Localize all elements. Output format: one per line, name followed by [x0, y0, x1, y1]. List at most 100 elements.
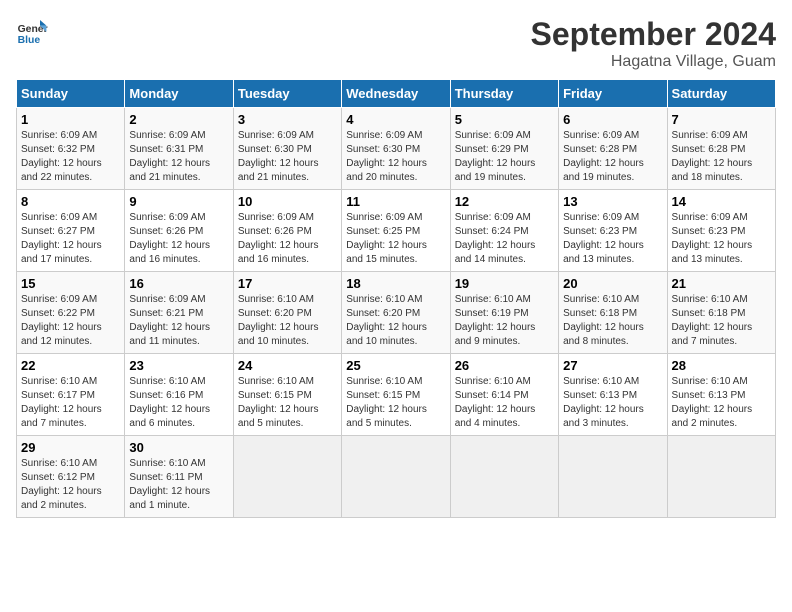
day-number: 4 [346, 112, 445, 127]
day-info: Sunrise: 6:09 AMSunset: 6:29 PMDaylight:… [455, 129, 554, 185]
col-wednesday: Wednesday [342, 80, 450, 108]
day-number: 10 [238, 194, 337, 209]
day-number: 15 [21, 276, 120, 291]
day-number: 14 [672, 194, 771, 209]
calendar-cell: 18 Sunrise: 6:10 AMSunset: 6:20 PMDaylig… [342, 272, 450, 354]
calendar-cell: 5 Sunrise: 6:09 AMSunset: 6:29 PMDayligh… [450, 108, 558, 190]
day-info: Sunrise: 6:09 AMSunset: 6:22 PMDaylight:… [21, 293, 120, 349]
calendar-table: Sunday Monday Tuesday Wednesday Thursday… [16, 79, 776, 518]
logo: General Blue [16, 16, 48, 48]
calendar-cell [233, 436, 341, 518]
day-number: 26 [455, 358, 554, 373]
calendar-cell [667, 436, 775, 518]
calendar-cell: 6 Sunrise: 6:09 AMSunset: 6:28 PMDayligh… [559, 108, 667, 190]
day-info: Sunrise: 6:10 AMSunset: 6:11 PMDaylight:… [129, 457, 228, 513]
col-friday: Friday [559, 80, 667, 108]
day-number: 9 [129, 194, 228, 209]
calendar-cell: 11 Sunrise: 6:09 AMSunset: 6:25 PMDaylig… [342, 190, 450, 272]
day-number: 27 [563, 358, 662, 373]
calendar-cell: 13 Sunrise: 6:09 AMSunset: 6:23 PMDaylig… [559, 190, 667, 272]
calendar-cell: 17 Sunrise: 6:10 AMSunset: 6:20 PMDaylig… [233, 272, 341, 354]
calendar-cell: 9 Sunrise: 6:09 AMSunset: 6:26 PMDayligh… [125, 190, 233, 272]
day-info: Sunrise: 6:09 AMSunset: 6:26 PMDaylight:… [129, 211, 228, 267]
calendar-cell: 3 Sunrise: 6:09 AMSunset: 6:30 PMDayligh… [233, 108, 341, 190]
calendar-row-5: 29 Sunrise: 6:10 AMSunset: 6:12 PMDaylig… [17, 436, 776, 518]
title-area: September 2024 Hagatna Village, Guam [531, 16, 776, 71]
day-info: Sunrise: 6:10 AMSunset: 6:15 PMDaylight:… [346, 375, 445, 431]
day-number: 17 [238, 276, 337, 291]
day-info: Sunrise: 6:09 AMSunset: 6:31 PMDaylight:… [129, 129, 228, 185]
day-info: Sunrise: 6:10 AMSunset: 6:13 PMDaylight:… [563, 375, 662, 431]
day-info: Sunrise: 6:09 AMSunset: 6:25 PMDaylight:… [346, 211, 445, 267]
calendar-cell: 12 Sunrise: 6:09 AMSunset: 6:24 PMDaylig… [450, 190, 558, 272]
day-number: 3 [238, 112, 337, 127]
day-number: 23 [129, 358, 228, 373]
calendar-row-3: 15 Sunrise: 6:09 AMSunset: 6:22 PMDaylig… [17, 272, 776, 354]
day-info: Sunrise: 6:09 AMSunset: 6:21 PMDaylight:… [129, 293, 228, 349]
day-number: 1 [21, 112, 120, 127]
day-info: Sunrise: 6:10 AMSunset: 6:16 PMDaylight:… [129, 375, 228, 431]
day-number: 30 [129, 440, 228, 455]
calendar-cell: 7 Sunrise: 6:09 AMSunset: 6:28 PMDayligh… [667, 108, 775, 190]
calendar-row-2: 8 Sunrise: 6:09 AMSunset: 6:27 PMDayligh… [17, 190, 776, 272]
day-number: 25 [346, 358, 445, 373]
day-number: 28 [672, 358, 771, 373]
day-info: Sunrise: 6:10 AMSunset: 6:20 PMDaylight:… [238, 293, 337, 349]
day-number: 21 [672, 276, 771, 291]
calendar-cell: 2 Sunrise: 6:09 AMSunset: 6:31 PMDayligh… [125, 108, 233, 190]
day-number: 18 [346, 276, 445, 291]
day-info: Sunrise: 6:09 AMSunset: 6:23 PMDaylight:… [672, 211, 771, 267]
calendar-row-4: 22 Sunrise: 6:10 AMSunset: 6:17 PMDaylig… [17, 354, 776, 436]
calendar-cell: 22 Sunrise: 6:10 AMSunset: 6:17 PMDaylig… [17, 354, 125, 436]
calendar-cell: 23 Sunrise: 6:10 AMSunset: 6:16 PMDaylig… [125, 354, 233, 436]
day-number: 11 [346, 194, 445, 209]
location-title: Hagatna Village, Guam [531, 53, 776, 71]
calendar-row-1: 1 Sunrise: 6:09 AMSunset: 6:32 PMDayligh… [17, 108, 776, 190]
calendar-cell: 27 Sunrise: 6:10 AMSunset: 6:13 PMDaylig… [559, 354, 667, 436]
calendar-cell: 14 Sunrise: 6:09 AMSunset: 6:23 PMDaylig… [667, 190, 775, 272]
calendar-cell: 20 Sunrise: 6:10 AMSunset: 6:18 PMDaylig… [559, 272, 667, 354]
day-number: 12 [455, 194, 554, 209]
col-saturday: Saturday [667, 80, 775, 108]
day-info: Sunrise: 6:09 AMSunset: 6:28 PMDaylight:… [563, 129, 662, 185]
header-row: Sunday Monday Tuesday Wednesday Thursday… [17, 80, 776, 108]
day-info: Sunrise: 6:09 AMSunset: 6:26 PMDaylight:… [238, 211, 337, 267]
day-number: 8 [21, 194, 120, 209]
calendar-cell: 10 Sunrise: 6:09 AMSunset: 6:26 PMDaylig… [233, 190, 341, 272]
day-number: 6 [563, 112, 662, 127]
day-info: Sunrise: 6:10 AMSunset: 6:15 PMDaylight:… [238, 375, 337, 431]
day-number: 24 [238, 358, 337, 373]
logo-icon: General Blue [16, 16, 48, 48]
day-number: 22 [21, 358, 120, 373]
day-info: Sunrise: 6:09 AMSunset: 6:28 PMDaylight:… [672, 129, 771, 185]
day-number: 19 [455, 276, 554, 291]
day-info: Sunrise: 6:10 AMSunset: 6:14 PMDaylight:… [455, 375, 554, 431]
day-info: Sunrise: 6:10 AMSunset: 6:12 PMDaylight:… [21, 457, 120, 513]
day-number: 7 [672, 112, 771, 127]
col-thursday: Thursday [450, 80, 558, 108]
day-info: Sunrise: 6:09 AMSunset: 6:23 PMDaylight:… [563, 211, 662, 267]
day-info: Sunrise: 6:10 AMSunset: 6:18 PMDaylight:… [672, 293, 771, 349]
calendar-cell [450, 436, 558, 518]
calendar-cell [342, 436, 450, 518]
calendar-cell: 16 Sunrise: 6:09 AMSunset: 6:21 PMDaylig… [125, 272, 233, 354]
day-number: 5 [455, 112, 554, 127]
day-number: 2 [129, 112, 228, 127]
calendar-cell: 1 Sunrise: 6:09 AMSunset: 6:32 PMDayligh… [17, 108, 125, 190]
day-info: Sunrise: 6:09 AMSunset: 6:32 PMDaylight:… [21, 129, 120, 185]
day-info: Sunrise: 6:10 AMSunset: 6:20 PMDaylight:… [346, 293, 445, 349]
day-number: 29 [21, 440, 120, 455]
day-info: Sunrise: 6:10 AMSunset: 6:17 PMDaylight:… [21, 375, 120, 431]
day-info: Sunrise: 6:09 AMSunset: 6:27 PMDaylight:… [21, 211, 120, 267]
calendar-cell: 19 Sunrise: 6:10 AMSunset: 6:19 PMDaylig… [450, 272, 558, 354]
day-number: 20 [563, 276, 662, 291]
page-header: General Blue September 2024 Hagatna Vill… [16, 16, 776, 71]
calendar-cell: 24 Sunrise: 6:10 AMSunset: 6:15 PMDaylig… [233, 354, 341, 436]
svg-text:Blue: Blue [18, 35, 41, 46]
day-number: 16 [129, 276, 228, 291]
month-title: September 2024 [531, 16, 776, 53]
day-number: 13 [563, 194, 662, 209]
calendar-cell: 29 Sunrise: 6:10 AMSunset: 6:12 PMDaylig… [17, 436, 125, 518]
col-tuesday: Tuesday [233, 80, 341, 108]
day-info: Sunrise: 6:09 AMSunset: 6:30 PMDaylight:… [238, 129, 337, 185]
